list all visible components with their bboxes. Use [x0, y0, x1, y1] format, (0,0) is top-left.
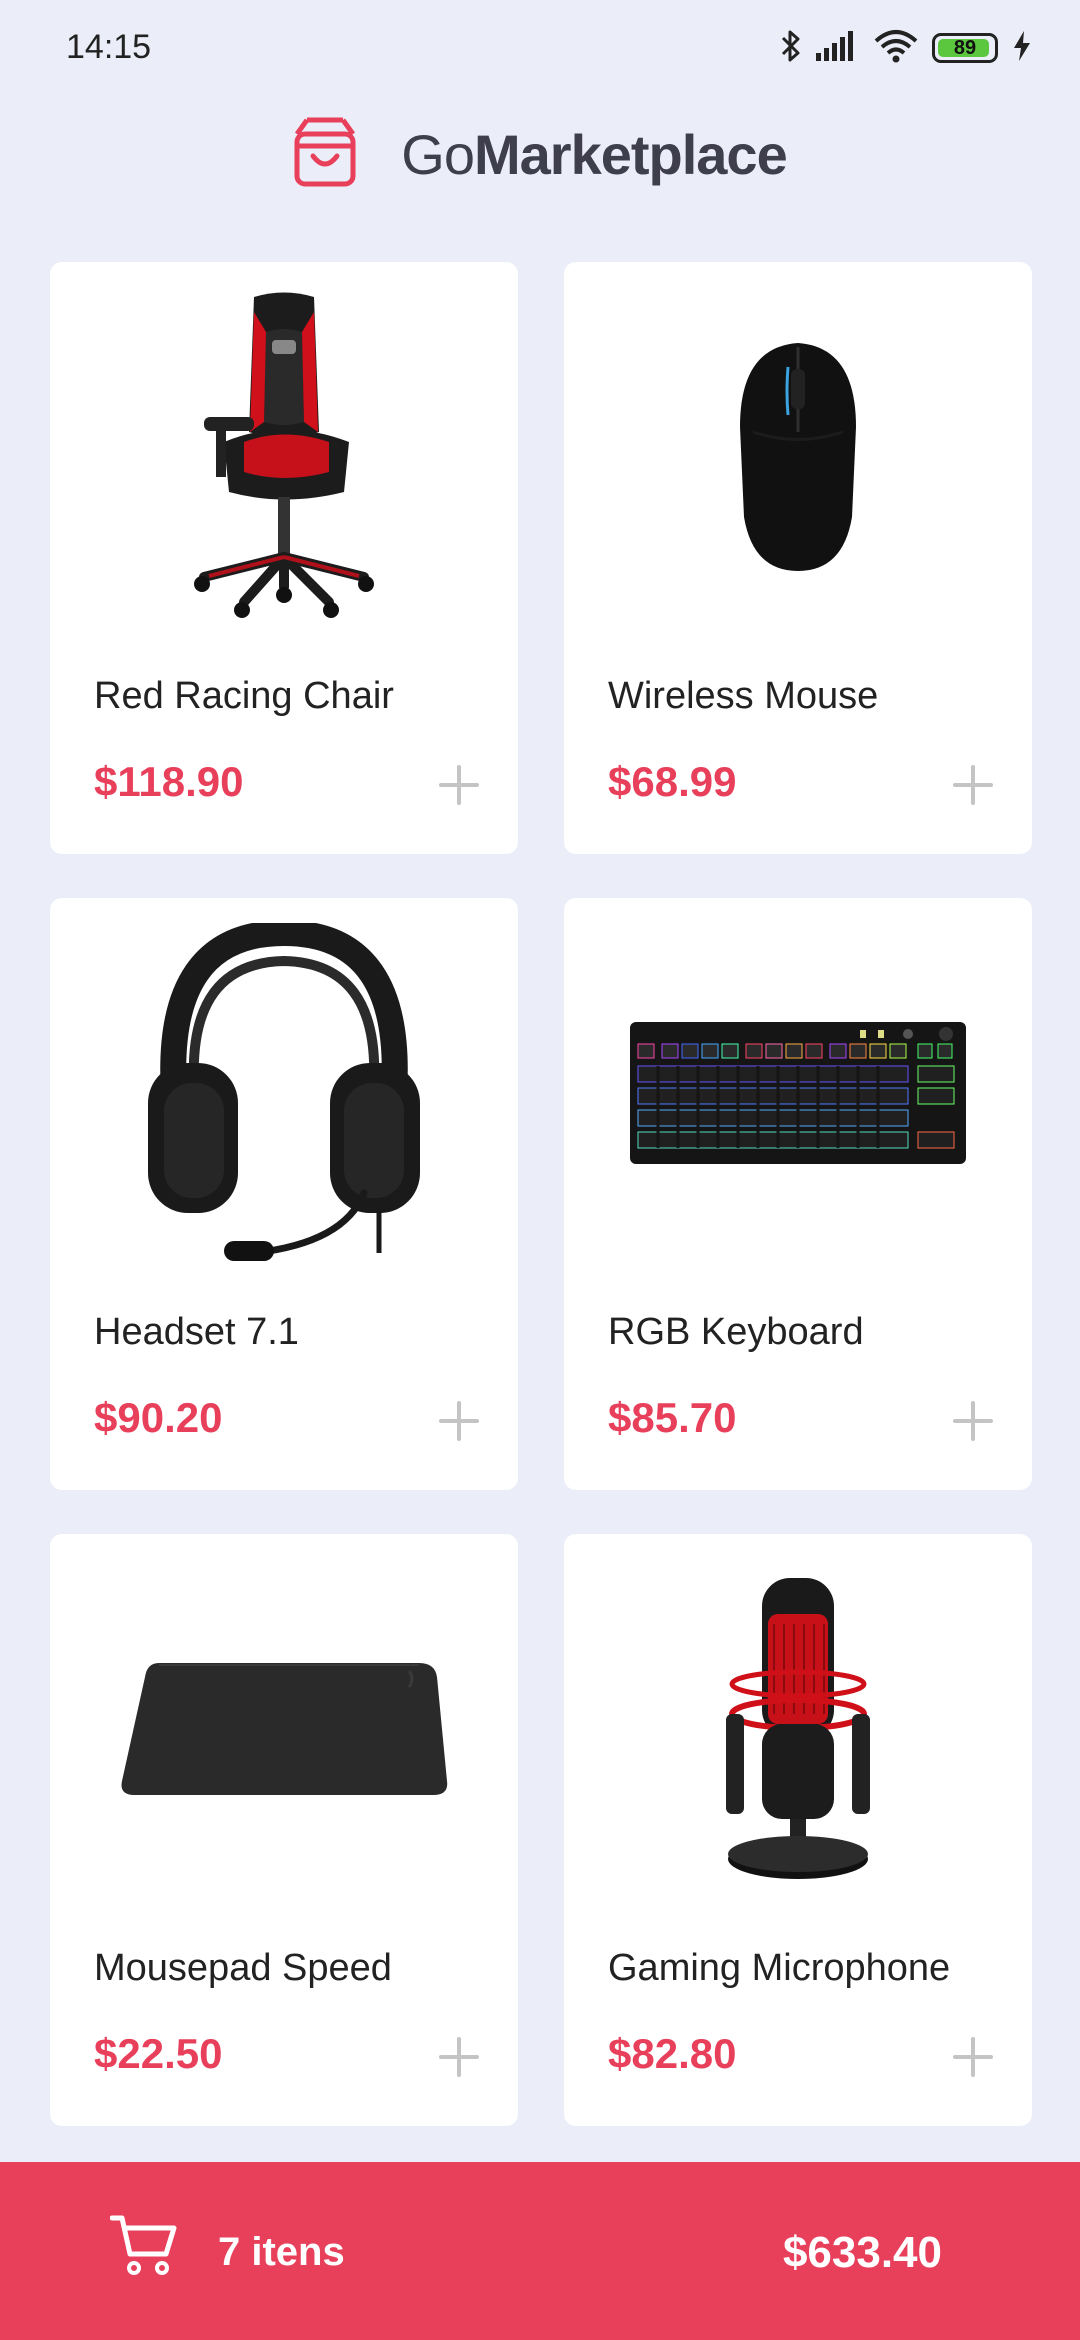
- product-image-racing-chair: [50, 292, 518, 622]
- cart-total-price: $633.40: [782, 2228, 942, 2277]
- product-card[interactable]: Mousepad Speed $22.50: [50, 1534, 518, 2126]
- add-to-cart-icon[interactable]: [948, 760, 998, 810]
- product-image-wireless-mouse: [564, 292, 1032, 622]
- charging-icon: [1012, 30, 1032, 66]
- wifi-icon: [874, 29, 918, 68]
- product-title: Wireless Mouse: [608, 675, 879, 717]
- product-price: $82.80: [608, 2030, 737, 2077]
- status-bar: 14:15 89: [0, 0, 1080, 96]
- product-price: $68.99: [608, 758, 737, 805]
- add-to-cart-icon[interactable]: [948, 2032, 998, 2082]
- product-title: Mousepad Speed: [94, 1947, 392, 1989]
- product-image-gaming-microphone: [564, 1564, 1032, 1894]
- product-price: $85.70: [608, 1394, 737, 1441]
- add-to-cart-icon[interactable]: [434, 2032, 484, 2082]
- product-title: Headset 7.1: [94, 1311, 299, 1353]
- brand-logo-text: GoMarketplace: [401, 122, 788, 187]
- brand-bold-text: Marketplace: [473, 122, 788, 186]
- app-header: GoMarketplace: [0, 114, 1080, 194]
- product-price: $118.90: [94, 758, 244, 805]
- shopping-bag-icon: [293, 116, 357, 193]
- battery-icon: 89: [932, 33, 998, 63]
- cart-item-count: 7 itens: [218, 2230, 345, 2274]
- product-card[interactable]: Wireless Mouse $68.99: [564, 262, 1032, 854]
- product-price: $90.20: [94, 1394, 223, 1441]
- signal-icon: [816, 30, 860, 66]
- product-title: Gaming Microphone: [608, 1947, 951, 1989]
- product-title: Red Racing Chair: [94, 675, 394, 717]
- product-card[interactable]: Gaming Microphone $82.80: [564, 1534, 1032, 2126]
- status-icons: 89: [780, 26, 1032, 70]
- product-price: $22.50: [94, 2030, 223, 2077]
- battery-level: 89: [953, 36, 977, 59]
- bluetooth-icon: [780, 29, 802, 68]
- status-time: 14:15: [66, 28, 152, 66]
- product-card[interactable]: Red Racing Chair $118.90: [50, 262, 518, 854]
- cart-icon: [109, 2214, 178, 2281]
- floating-cart[interactable]: 7 itens $633.40: [0, 2162, 1080, 2340]
- product-card[interactable]: Headset 7.1 $90.20: [50, 898, 518, 1490]
- brand-light-text: Go: [401, 122, 475, 186]
- add-to-cart-icon[interactable]: [948, 1396, 998, 1446]
- product-card[interactable]: RGB Keyboard $85.70: [564, 898, 1032, 1490]
- product-title: RGB Keyboard: [608, 1311, 864, 1353]
- add-to-cart-icon[interactable]: [434, 1396, 484, 1446]
- add-to-cart-icon[interactable]: [434, 760, 484, 810]
- product-image-rgb-keyboard: [564, 928, 1032, 1258]
- product-image-mousepad: [50, 1564, 518, 1894]
- product-image-headset: [50, 923, 518, 1261]
